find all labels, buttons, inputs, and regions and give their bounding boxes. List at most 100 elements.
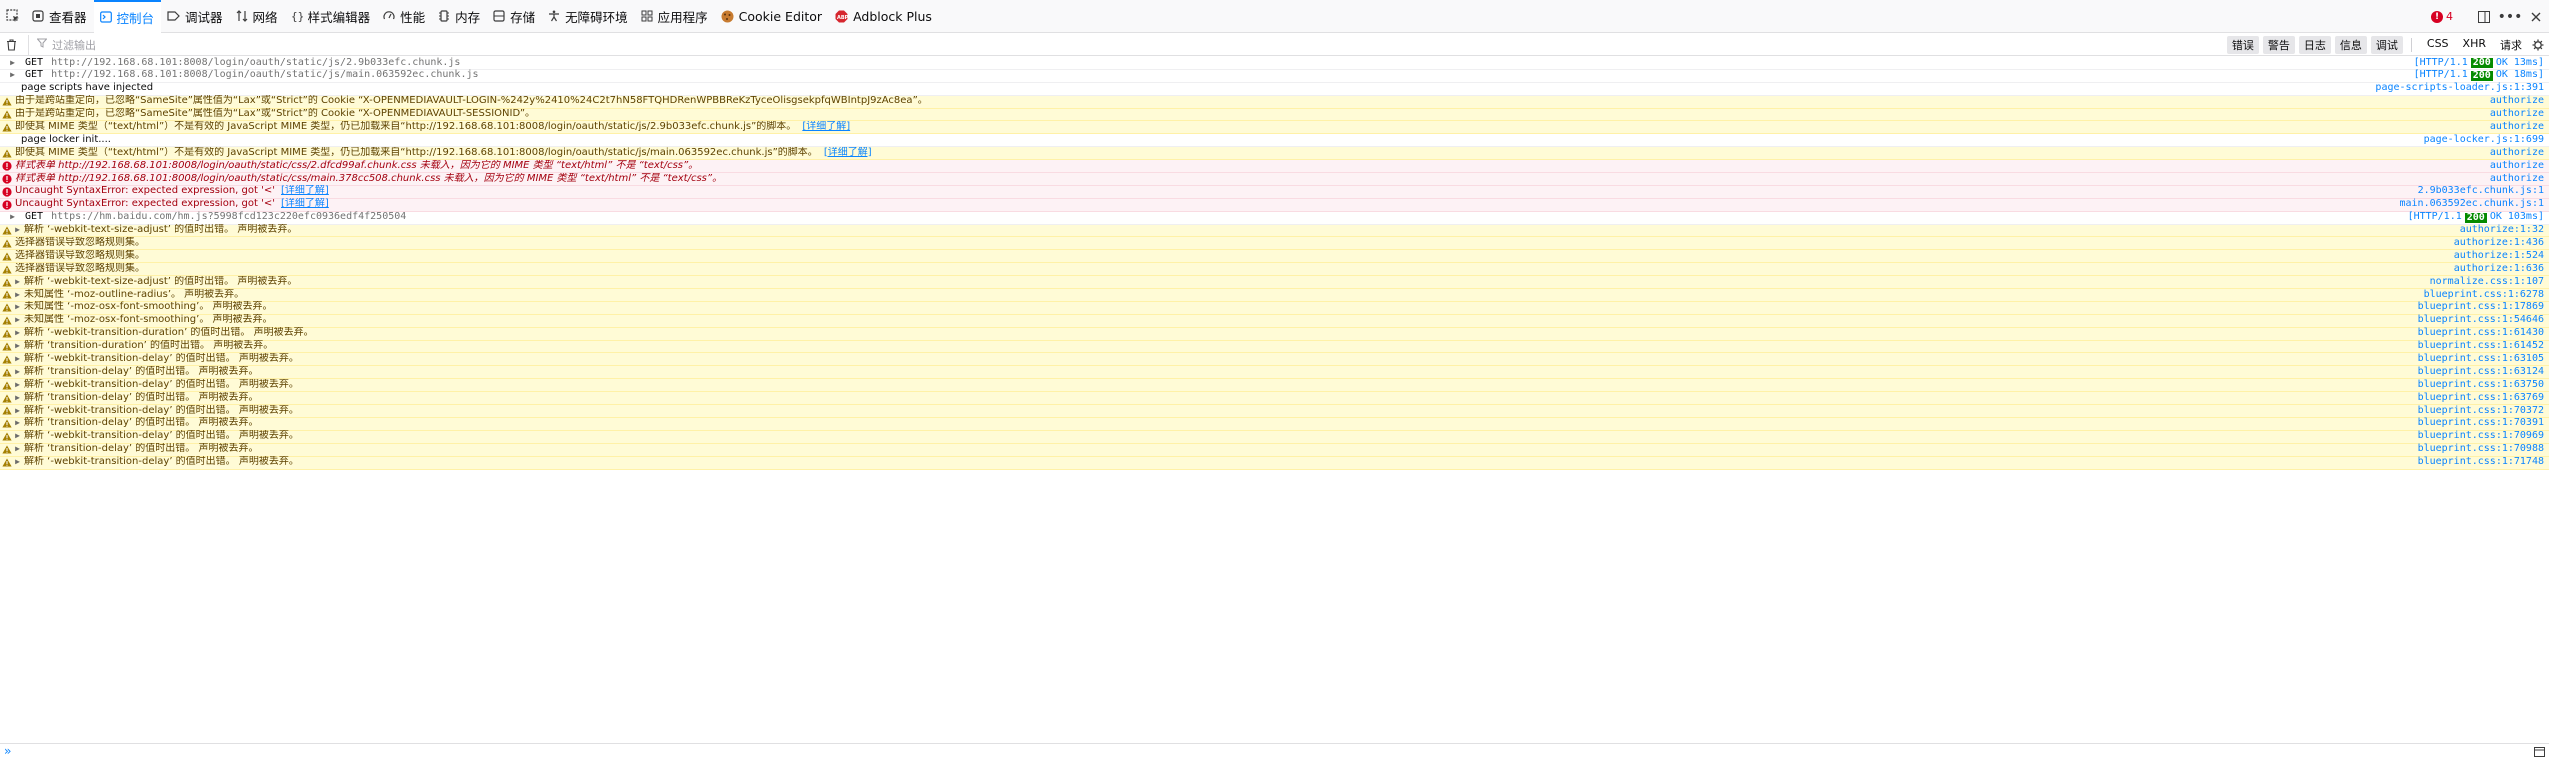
console-message-row[interactable]: ▶解析 ‘transition-delay’ 的值时出错。 声明被丢弃。blue…	[0, 418, 2549, 431]
message-source-link[interactable]: blueprint.css:1:70988	[2418, 443, 2549, 456]
console-message-row[interactable]: ▶解析 ‘transition-duration’ 的值时出错。 声明被丢弃。b…	[0, 341, 2549, 354]
tab-performance[interactable]: 性能	[377, 0, 432, 33]
console-message-row[interactable]: ▶GEThttp://192.168.68.101:8008/login/oau…	[0, 70, 2549, 83]
type-filter-button[interactable]: 请求	[2495, 36, 2527, 54]
element-picker-icon[interactable]	[0, 0, 26, 33]
request-url[interactable]: http://192.168.68.101:8008/login/oauth/s…	[51, 69, 478, 80]
console-message-row[interactable]: ▶GEThttp://192.168.68.101:8008/login/oau…	[0, 57, 2549, 70]
message-source-link[interactable]: blueprint.css:1:70391	[2418, 417, 2549, 430]
expand-arrow-icon[interactable]: ▶	[13, 327, 22, 340]
expand-arrow-icon[interactable]: ▶	[13, 417, 22, 430]
console-message-row[interactable]: 选择器错误导致忽略规则集。authorize:1:524	[0, 250, 2549, 263]
type-filter-button[interactable]: CSS	[2422, 36, 2454, 54]
console-message-row[interactable]: ▶解析 ‘-webkit-transition-delay’ 的值时出错。 声明…	[0, 457, 2549, 470]
message-source-link[interactable]: blueprint.css:1:63105	[2418, 353, 2549, 366]
level-filter-button[interactable]: 日志	[2299, 36, 2331, 54]
tab-application[interactable]: 应用程序	[635, 0, 715, 33]
console-message-row[interactable]: Uncaught SyntaxError: expected expressio…	[0, 199, 2549, 212]
message-source-link[interactable]: page-locker.js:1:699	[2424, 134, 2549, 147]
level-filter-button[interactable]: 信息	[2335, 36, 2367, 54]
message-source-link[interactable]: blueprint.css:1:6278	[2424, 289, 2549, 302]
console-message-row[interactable]: ▶解析 ‘-webkit-text-size-adjust’ 的值时出错。 声明…	[0, 276, 2549, 289]
message-source-link[interactable]: blueprint.css:1:63124	[2418, 366, 2549, 379]
message-source-link[interactable]: authorize	[2490, 121, 2549, 134]
message-source-link[interactable]: blueprint.css:1:63750	[2418, 379, 2549, 392]
message-source-link[interactable]: blueprint.css:1:54646	[2418, 314, 2549, 327]
request-url[interactable]: https://hm.baidu.com/hm.js?5998fcd123c22…	[51, 211, 406, 222]
console-message-row[interactable]: ▶解析 ‘-webkit-text-size-adjust’ 的值时出错。 声明…	[0, 225, 2549, 238]
console-message-row[interactable]: ▶解析 ‘-webkit-transition-duration’ 的值时出错。…	[0, 328, 2549, 341]
console-message-row[interactable]: ▶未知属性 ‘-moz-osx-font-smoothing’。 声明被丢弃。b…	[0, 302, 2549, 315]
console-input[interactable]: »	[0, 743, 2549, 758]
message-source-link[interactable]: authorize:1:436	[2454, 237, 2549, 250]
learn-more-link[interactable]: [详细了解]	[802, 121, 850, 132]
expand-arrow-icon[interactable]: ▶	[13, 340, 22, 353]
console-message-row[interactable]: page scripts have injectedpage-scripts-l…	[0, 83, 2549, 96]
console-message-row[interactable]: ▶解析 ‘transition-delay’ 的值时出错。 声明被丢弃。blue…	[0, 444, 2549, 457]
message-source-link[interactable]: normalize.css:1:107	[2430, 276, 2549, 289]
console-message-row[interactable]: ▶解析 ‘-webkit-transition-delay’ 的值时出错。 声明…	[0, 405, 2549, 418]
message-source-link[interactable]: blueprint.css:1:71748	[2418, 456, 2549, 469]
error-count-badge[interactable]: ! 4	[2431, 10, 2453, 23]
console-message-row[interactable]: ▶未知属性 ‘-moz-osx-font-smoothing’。 声明被丢弃。b…	[0, 315, 2549, 328]
console-message-row[interactable]: page locker init....page-locker.js:1:699	[0, 134, 2549, 147]
expand-arrow-icon[interactable]: ▶	[8, 69, 17, 82]
expand-arrow-icon[interactable]: ▶	[13, 276, 22, 289]
message-source-link[interactable]: blueprint.css:1:63769	[2418, 392, 2549, 405]
tab-inspector[interactable]: 查看器	[26, 0, 94, 33]
message-source-link[interactable]: authorize	[2490, 173, 2549, 186]
message-source-link[interactable]: blueprint.css:1:70969	[2418, 430, 2549, 443]
tab-debugger[interactable]: 调试器	[161, 0, 230, 33]
message-source-link[interactable]: 2.9b033efc.chunk.js:1	[2418, 185, 2549, 198]
message-source-link[interactable]: authorize	[2490, 108, 2549, 121]
learn-more-link[interactable]: [详细了解]	[281, 185, 329, 196]
tab-cookie[interactable]: Cookie Editor	[715, 0, 829, 33]
message-source-link[interactable]: authorize:1:636	[2454, 263, 2549, 276]
filter-output-input[interactable]: 过滤输出	[28, 35, 2217, 55]
clear-console-icon[interactable]	[0, 39, 22, 51]
message-source-link[interactable]: authorize:1:32	[2460, 224, 2549, 237]
message-source-link[interactable]: blueprint.css:1:61430	[2418, 327, 2549, 340]
tab-memory[interactable]: 内存	[432, 0, 487, 33]
expand-arrow-icon[interactable]: ▶	[13, 301, 22, 314]
expand-arrow-icon[interactable]: ▶	[13, 353, 22, 366]
expand-arrow-icon[interactable]: ▶	[13, 405, 22, 418]
expand-arrow-icon[interactable]: ▶	[8, 211, 17, 224]
console-message-row[interactable]: 样式表单 http://192.168.68.101:8008/login/oa…	[0, 160, 2549, 173]
console-message-row[interactable]: ▶解析 ‘-webkit-transition-delay’ 的值时出错。 声明…	[0, 353, 2549, 366]
console-message-row[interactable]: 选择器错误导致忽略规则集。authorize:1:636	[0, 263, 2549, 276]
console-message-row[interactable]: 由于是跨站重定向，已忽略“SameSite”属性值为“Lax”或“Strict”…	[0, 96, 2549, 109]
console-message-row[interactable]: ▶GEThttps://hm.baidu.com/hm.js?5998fcd12…	[0, 212, 2549, 225]
dock-side-icon[interactable]	[2471, 4, 2497, 30]
level-filter-button[interactable]: 调试	[2371, 36, 2403, 54]
expand-arrow-icon[interactable]: ▶	[13, 289, 22, 302]
console-message-row[interactable]: 即使其 MIME 类型（“text/html”）不是有效的 JavaScript…	[0, 121, 2549, 134]
close-icon[interactable]	[2523, 4, 2549, 30]
expand-arrow-icon[interactable]: ▶	[13, 392, 22, 405]
message-source-link[interactable]: authorize	[2490, 95, 2549, 108]
request-status[interactable]: [HTTP/1.1200OK 18ms]	[2414, 69, 2549, 82]
tab-network[interactable]: 网络	[230, 0, 285, 33]
message-source-link[interactable]: authorize:1:524	[2454, 250, 2549, 263]
expand-arrow-icon[interactable]: ▶	[13, 224, 22, 237]
console-message-row[interactable]: ▶未知属性 ‘-moz-outline-radius’。 声明被丢弃。bluep…	[0, 289, 2549, 302]
level-filter-button[interactable]: 警告	[2263, 36, 2295, 54]
level-filter-button[interactable]: 错误	[2227, 36, 2259, 54]
tab-console[interactable]: 控制台	[94, 0, 162, 33]
tab-accessibility[interactable]: 无障碍环境	[542, 0, 635, 33]
message-source-link[interactable]: blueprint.css:1:61452	[2418, 340, 2549, 353]
learn-more-link[interactable]: [详细了解]	[824, 147, 872, 158]
tab-adblock[interactable]: ABPAdblock Plus	[829, 0, 939, 33]
console-message-row[interactable]: 由于是跨站重定向，已忽略“SameSite”属性值为“Lax”或“Strict”…	[0, 109, 2549, 122]
more-options-icon[interactable]: •••	[2497, 4, 2523, 30]
console-settings-icon[interactable]	[2527, 32, 2549, 58]
type-filter-button[interactable]: XHR	[2458, 36, 2491, 54]
expand-arrow-icon[interactable]: ▶	[13, 430, 22, 443]
request-url[interactable]: http://192.168.68.101:8008/login/oauth/s…	[51, 57, 460, 68]
message-source-link[interactable]: main.063592ec.chunk.js:1	[2400, 198, 2549, 211]
console-message-row[interactable]: ▶解析 ‘transition-delay’ 的值时出错。 声明被丢弃。blue…	[0, 366, 2549, 379]
expand-arrow-icon[interactable]: ▶	[13, 379, 22, 392]
message-source-link[interactable]: authorize	[2490, 160, 2549, 173]
console-message-row[interactable]: 选择器错误导致忽略规则集。authorize:1:436	[0, 237, 2549, 250]
message-source-link[interactable]: page-scripts-loader.js:1:391	[2375, 82, 2549, 95]
